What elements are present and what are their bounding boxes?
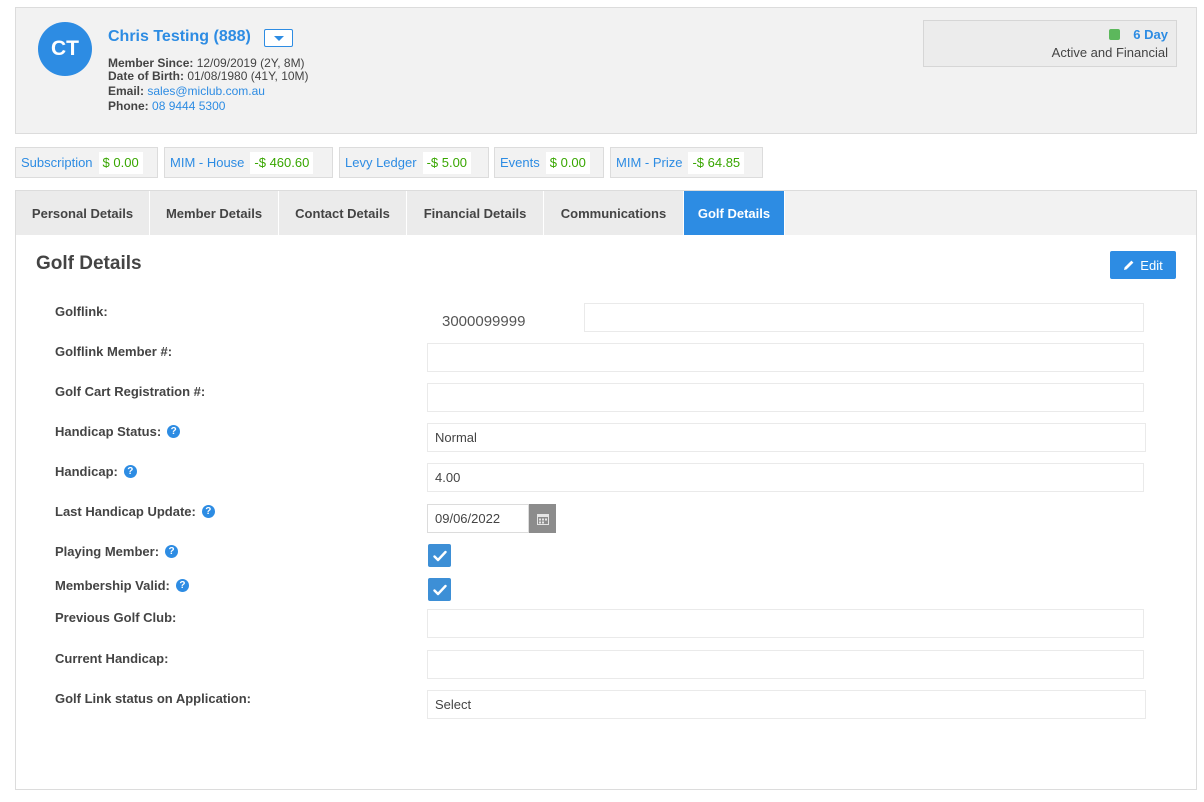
cart-registration-label: Golf Cart Registration #: — [55, 384, 206, 399]
tab-personal-details[interactable]: Personal Details — [16, 191, 150, 236]
panel-title: Golf Details — [36, 253, 142, 274]
edit-button[interactable]: Edit — [1110, 251, 1176, 279]
phone-row: Phone: 08 9444 5300 — [108, 100, 225, 113]
balance-label: MIM - Prize — [616, 155, 683, 170]
dob-label: Date of Birth: — [108, 69, 184, 83]
handicap-status-label: Handicap Status: ? — [55, 424, 181, 439]
help-icon[interactable]: ? — [201, 505, 215, 518]
golflink-status-select[interactable]: Select — [427, 690, 1146, 719]
last-handicap-update-field[interactable]: 09/06/2022 — [427, 504, 529, 533]
tab-financial-details[interactable]: Financial Details — [407, 191, 544, 236]
member-name[interactable]: Chris Testing (888) — [108, 28, 251, 46]
balance-label: MIM - House — [170, 155, 245, 170]
calendar-icon — [536, 513, 549, 525]
status-text: Active and Financial — [1051, 45, 1168, 60]
last-handicap-update-label: Last Handicap Update: ? — [55, 504, 215, 519]
chevron-down-icon — [273, 35, 284, 41]
dob-row: Date of Birth: 01/08/1980 (41Y, 10M) — [108, 70, 309, 83]
status-day: 6 Day — [1133, 27, 1168, 42]
edit-label: Edit — [1140, 257, 1163, 273]
phone-label: Phone: — [108, 99, 149, 113]
checkmark-icon — [432, 584, 447, 595]
status-indicator-icon — [1109, 29, 1120, 40]
balance-value: -$ 64.85 — [688, 151, 745, 174]
playing-member-label: Playing Member: ? — [55, 544, 179, 559]
tab-golf-details[interactable]: Golf Details — [684, 191, 785, 236]
membership-status-box: 6 Day Active and Financial — [923, 20, 1177, 67]
balance-label: Subscription — [21, 155, 93, 170]
member-header: CT Chris Testing (888) Member Since: 12/… — [15, 7, 1197, 134]
balance-value: -$ 5.00 — [422, 151, 472, 174]
balance-value: -$ 460.60 — [250, 151, 314, 174]
calendar-button[interactable] — [529, 504, 556, 533]
tab-communications[interactable]: Communications — [544, 191, 684, 236]
email-link[interactable]: sales@miclub.com.au — [147, 84, 265, 98]
golflink-value: 3000099999 — [442, 313, 526, 330]
handicap-status-field[interactable]: Normal — [427, 423, 1146, 452]
balance-mim-prize[interactable]: MIM - Prize -$ 64.85 — [610, 147, 763, 178]
help-icon[interactable]: ? — [175, 579, 189, 592]
handicap-label: Handicap: ? — [55, 464, 137, 479]
member-since-label: Member Since: — [108, 56, 194, 70]
dob-value: 01/08/1980 (41Y, 10M) — [187, 69, 309, 83]
balance-levy-ledger[interactable]: Levy Ledger -$ 5.00 — [339, 147, 489, 178]
balance-events[interactable]: Events $ 0.00 — [494, 147, 604, 178]
golf-details-panel: Golf Details Edit Golflink: 3000099999 G… — [15, 235, 1197, 790]
balance-label: Levy Ledger — [345, 155, 417, 170]
tab-bar: Personal Details Member Details Contact … — [15, 190, 1197, 236]
balance-value: $ 0.00 — [545, 151, 590, 174]
help-icon[interactable]: ? — [165, 545, 179, 558]
balance-label: Events — [500, 155, 540, 170]
current-handicap-label: Current Handicap: — [55, 651, 169, 666]
golflink-status-label: Golf Link status on Application: — [55, 691, 251, 706]
membership-valid-label: Membership Valid: ? — [55, 578, 189, 593]
balance-value: $ 0.00 — [98, 151, 143, 174]
help-icon[interactable]: ? — [167, 425, 181, 438]
golflink-member-label: Golflink Member #: — [55, 344, 173, 359]
golflink-label: Golflink: — [55, 304, 108, 319]
previous-golf-club-field[interactable] — [427, 609, 1144, 638]
avatar: CT — [38, 22, 92, 76]
email-row: Email: sales@miclub.com.au — [108, 85, 265, 98]
current-handicap-field[interactable] — [427, 650, 1144, 679]
balance-subscription[interactable]: Subscription $ 0.00 — [15, 147, 158, 178]
tab-member-details[interactable]: Member Details — [150, 191, 279, 236]
balance-mim-house[interactable]: MIM - House -$ 460.60 — [164, 147, 333, 178]
playing-member-checkbox[interactable] — [428, 544, 451, 567]
phone-link[interactable]: 08 9444 5300 — [152, 99, 225, 113]
previous-golf-club-label: Previous Golf Club: — [55, 610, 177, 625]
help-icon[interactable]: ? — [123, 465, 137, 478]
golflink-field-border — [584, 303, 1144, 332]
tab-contact-details[interactable]: Contact Details — [279, 191, 407, 236]
member-menu-dropdown[interactable] — [264, 29, 293, 47]
golflink-member-field[interactable] — [427, 343, 1144, 372]
pencil-icon — [1124, 260, 1134, 270]
member-since-value: 12/09/2019 (2Y, 8M) — [196, 56, 305, 70]
checkmark-icon — [432, 550, 447, 561]
cart-registration-field[interactable] — [427, 383, 1144, 412]
membership-valid-checkbox[interactable] — [428, 578, 451, 601]
handicap-field[interactable]: 4.00 — [427, 463, 1144, 492]
email-label: Email: — [108, 84, 145, 98]
